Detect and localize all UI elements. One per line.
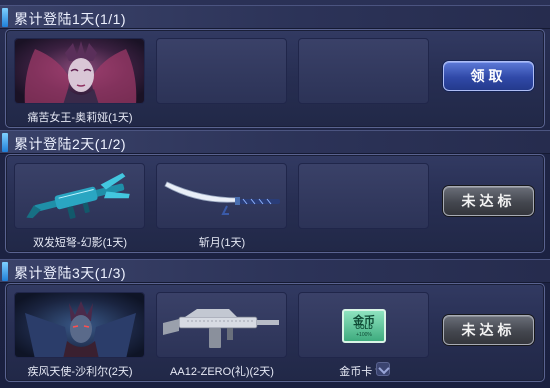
reward-panel-day2: 双发短弩-幻影(1天) 斩月(1天) 未达标 [5,154,545,253]
reward-label: AA12-ZERO(礼)(2天) [170,366,274,378]
katana-icon [164,181,280,215]
section-marker [2,8,8,27]
section-marker [2,262,8,281]
reward-slot-empty [298,38,429,104]
section-header-day2: 累计登陆2天(1/2) [0,130,550,154]
section-title: 累计登陆3天(1/3) [14,265,127,281]
gold-card-icon: 金币 GOLD +100% [342,309,386,343]
reward-label: 金币卡 * 2 [339,366,389,378]
section-marker [2,133,8,152]
reward-label: 双发短弩-幻影(1天) [32,237,128,249]
reward-panel-day1: 痛苦女王-奥莉娅(1天) 领取 [5,29,545,128]
reward-slot[interactable]: 金币 GOLD +100% [298,292,429,358]
crossbow-icon [26,173,130,219]
shotgun-icon [163,309,279,348]
gold-card-subtitle: GOLD [355,325,373,331]
reward-slot[interactable] [156,292,287,358]
section-header-day3: 累计登陆3天(1/3) [0,259,550,283]
gold-card-bonus: +100% [356,332,372,338]
reward-slot-empty [298,163,429,229]
hero-portrait-icon [15,293,144,357]
section-title: 累计登陆1天(1/1) [14,11,127,27]
reward-label: 痛苦女王-奥莉娅(1天) [27,112,133,124]
section-header-day1: 累计登陆1天(1/1) [0,5,550,29]
reward-label: 疾风天使-沙利尔(2天) [27,366,133,378]
reward-label: 斩月(1天) [198,237,246,249]
section-title: 累计登陆2天(1/2) [14,136,127,152]
not-reached-button[interactable]: 未达标 [443,186,534,216]
claim-button[interactable]: 领取 [443,61,534,91]
chevron-down-icon[interactable] [376,362,390,376]
reward-panel-day3: 金币 GOLD +100% 疾风天使-沙利尔(2天) AA12-ZERO(礼)(… [5,283,545,382]
reward-list: 累计登陆1天(1/1) 痛苦女王-奥莉娅(1天) 领取 累计登陆2天(1/2) … [0,0,550,388]
reward-slot-empty [156,38,287,104]
reward-slot[interactable] [14,163,145,229]
reward-slot[interactable] [156,163,287,229]
reward-slot[interactable] [14,38,145,104]
hero-portrait-icon [15,39,144,103]
not-reached-button[interactable]: 未达标 [443,315,534,345]
reward-slot[interactable] [14,292,145,358]
